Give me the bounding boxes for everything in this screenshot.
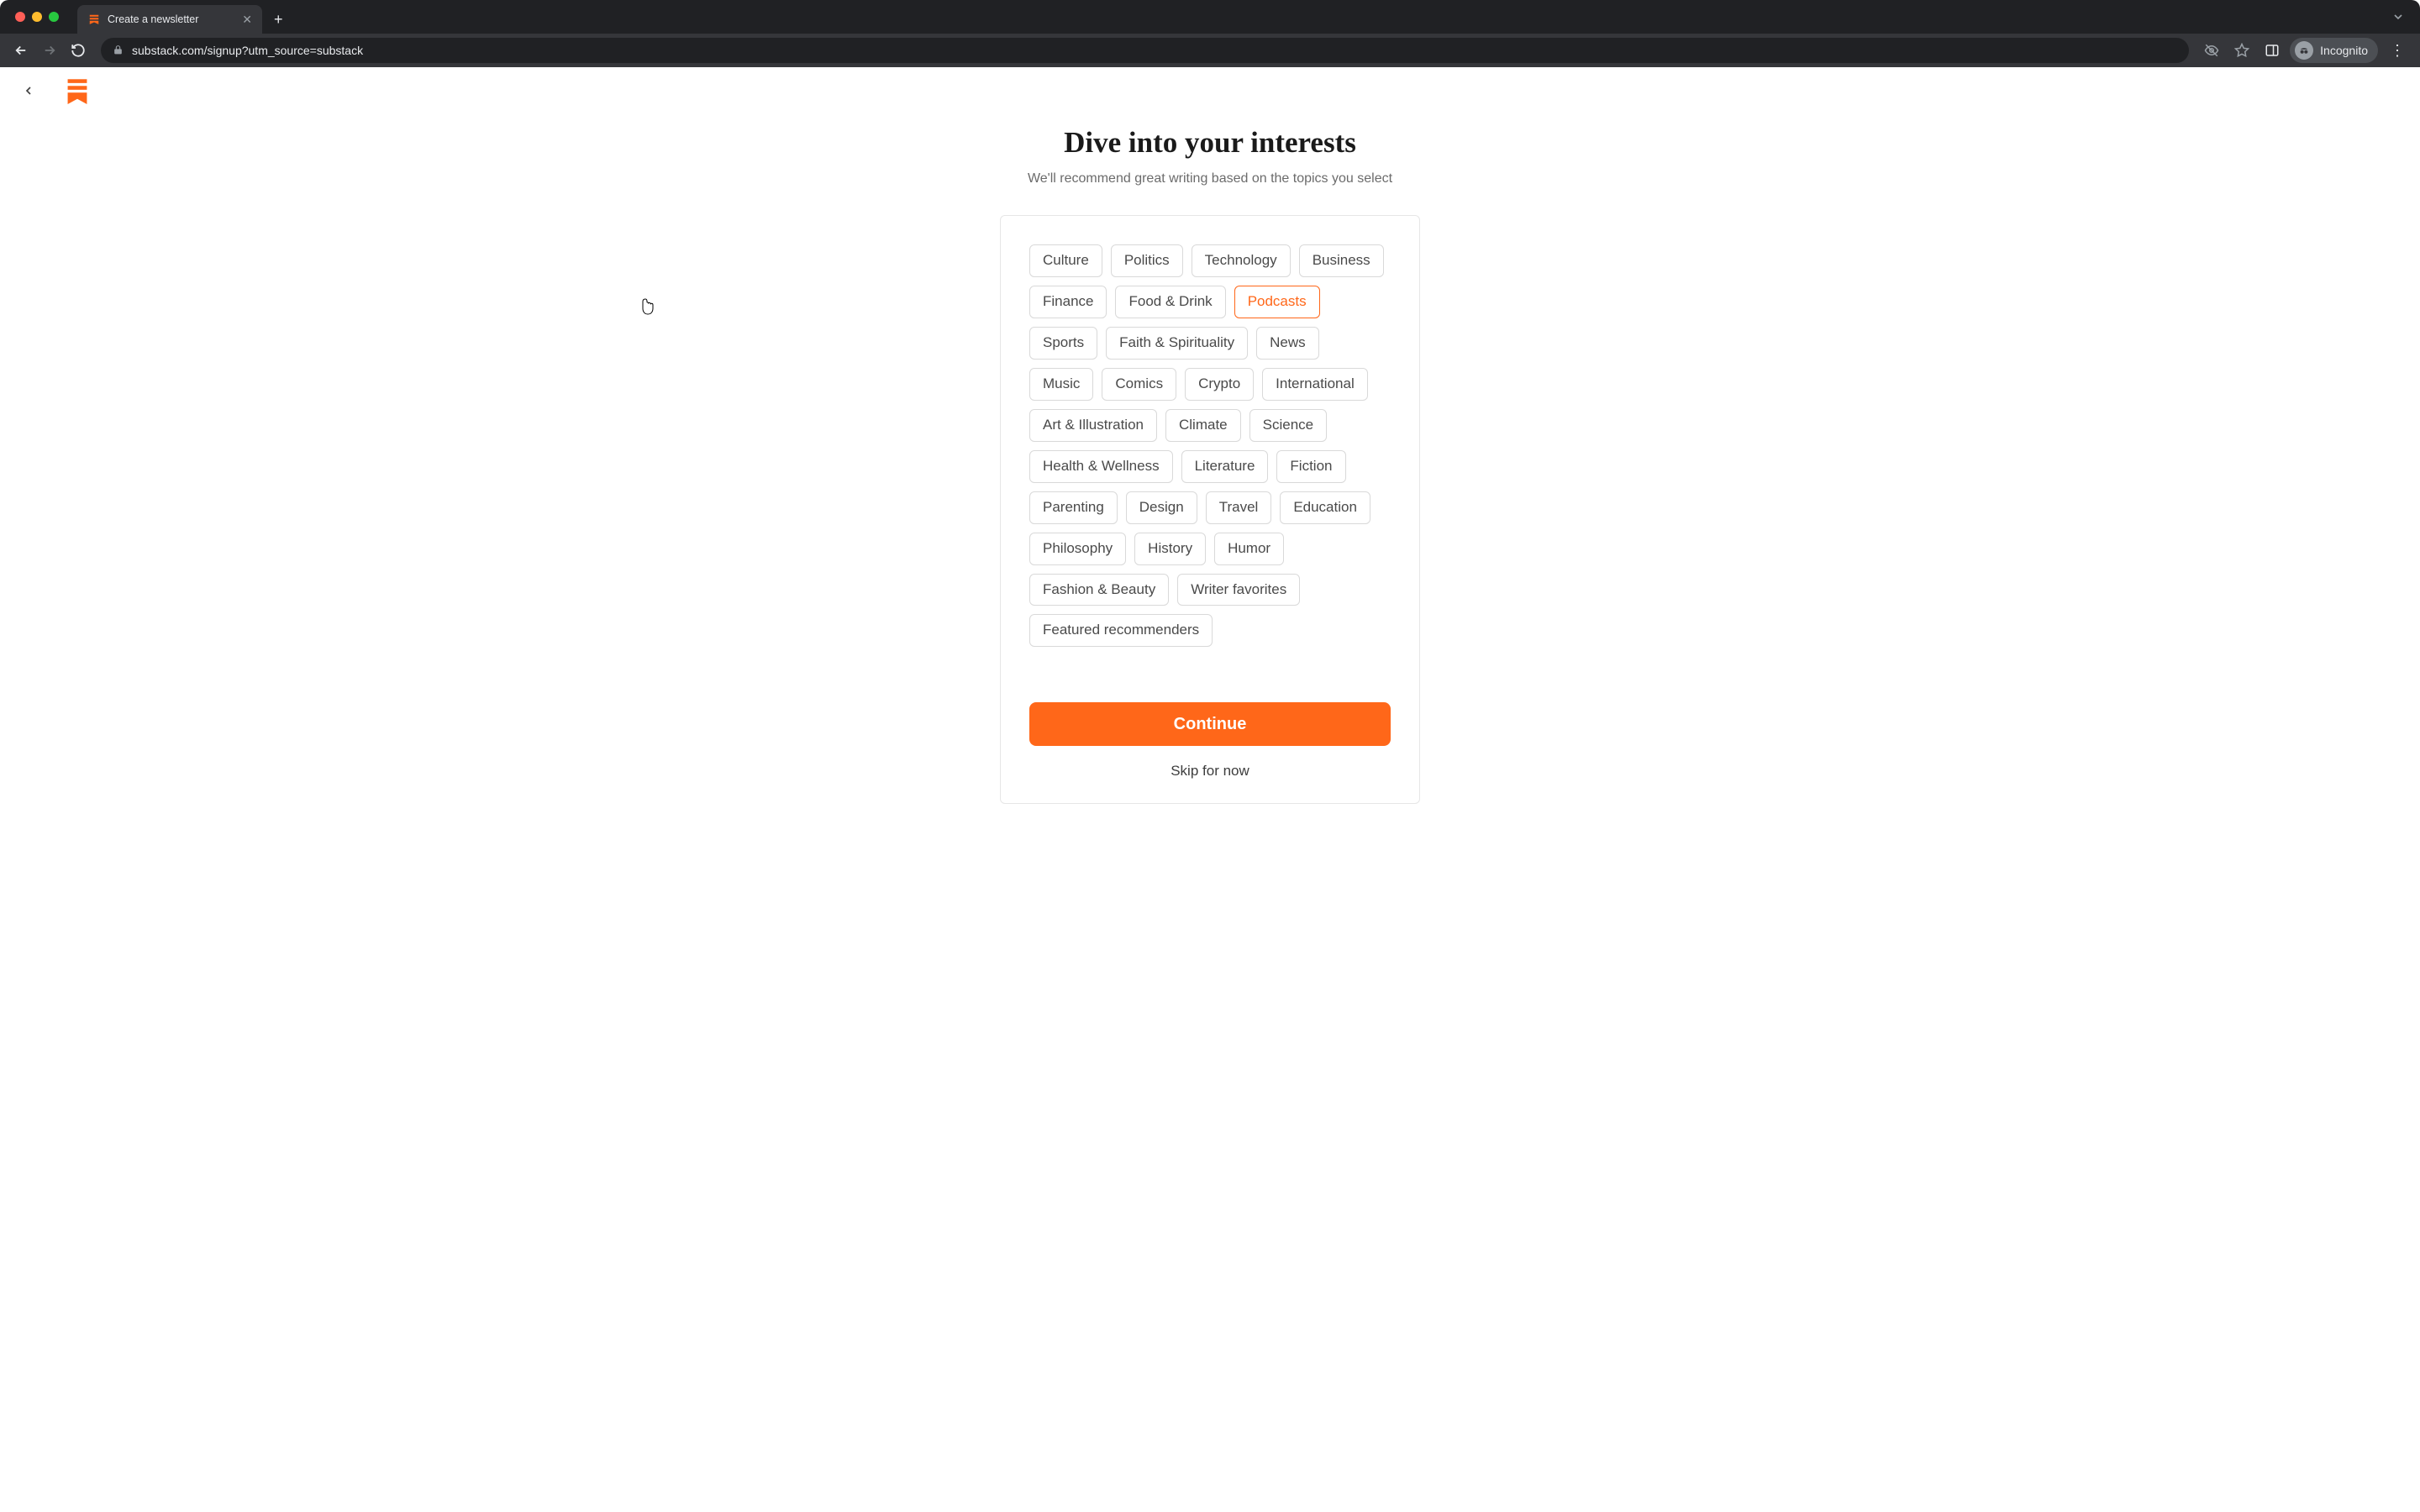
browser-chrome: Create a newsletter ✕ + substack.com/sig… [0, 0, 2420, 67]
topic-chip[interactable]: Writer favorites [1177, 574, 1300, 606]
skip-link[interactable]: Skip for now [1029, 763, 1391, 780]
topic-chip[interactable]: Fashion & Beauty [1029, 574, 1169, 606]
window-controls [0, 12, 59, 22]
tab-favicon-icon [87, 13, 101, 26]
browser-menu-icon[interactable]: ⋮ [2383, 42, 2412, 60]
eye-off-icon[interactable] [2199, 38, 2224, 63]
topic-chip[interactable]: Health & Wellness [1029, 450, 1173, 483]
nav-back-icon[interactable] [8, 38, 34, 63]
window-zoom-button[interactable] [49, 12, 59, 22]
browser-toolbar: substack.com/signup?utm_source=substack … [0, 34, 2420, 67]
topic-chip[interactable]: News [1256, 327, 1319, 360]
topic-chip[interactable]: Podcasts [1234, 286, 1320, 318]
topic-chip[interactable]: Philosophy [1029, 533, 1126, 565]
topic-chip[interactable]: Comics [1102, 368, 1176, 401]
topic-chip[interactable]: History [1134, 533, 1206, 565]
page-heading: Dive into your interests [1064, 126, 1356, 160]
titlebar: Create a newsletter ✕ + [0, 0, 2420, 34]
topic-chip[interactable]: Featured recommenders [1029, 614, 1213, 647]
tab-strip: Create a newsletter ✕ + [77, 0, 295, 34]
address-bar[interactable]: substack.com/signup?utm_source=substack [101, 38, 2189, 63]
new-tab-button[interactable]: + [262, 5, 295, 34]
nav-reload-icon[interactable] [66, 38, 91, 63]
back-chevron-icon[interactable] [17, 79, 40, 102]
browser-tab[interactable]: Create a newsletter ✕ [77, 5, 262, 34]
main-content: Dive into your interests We'll recommend… [0, 114, 2420, 804]
toolbar-right: Incognito ⋮ [2199, 38, 2412, 63]
window-minimize-button[interactable] [32, 12, 42, 22]
topic-chip[interactable]: Finance [1029, 286, 1107, 318]
tab-close-icon[interactable]: ✕ [242, 13, 252, 25]
topic-chip[interactable]: Culture [1029, 244, 1102, 277]
window-close-button[interactable] [15, 12, 25, 22]
page-viewport: Dive into your interests We'll recommend… [0, 67, 2420, 1512]
topic-chip[interactable]: Fiction [1276, 450, 1345, 483]
topic-chip[interactable]: Sports [1029, 327, 1097, 360]
topic-chip[interactable]: Design [1126, 491, 1197, 524]
topic-chip[interactable]: Food & Drink [1115, 286, 1225, 318]
profile-chip[interactable]: Incognito [2290, 38, 2378, 63]
tab-title: Create a newsletter [108, 13, 235, 25]
continue-button[interactable]: Continue [1029, 702, 1391, 746]
url-text: substack.com/signup?utm_source=substack [132, 44, 363, 57]
interests-card: Culture Politics TechnologyBusiness Finance… [1000, 215, 1420, 804]
topic-chip[interactable]: International [1262, 368, 1368, 401]
topic-chip[interactable]: Music [1029, 368, 1093, 401]
topic-chip[interactable]: Business [1299, 244, 1384, 277]
topic-chip-list: Culture Politics TechnologyBusiness Finance… [1029, 244, 1391, 647]
topic-chip[interactable]: Crypto [1185, 368, 1254, 401]
substack-logo-icon[interactable] [66, 77, 89, 104]
profile-label: Incognito [2320, 44, 2368, 57]
topic-chip[interactable]: Parenting [1029, 491, 1118, 524]
page-subheading: We'll recommend great writing based on t… [1028, 171, 1392, 186]
topic-chip[interactable]: Climate [1165, 409, 1241, 442]
topic-chip[interactable]: Humor [1214, 533, 1284, 565]
topic-chip[interactable]: Literature [1181, 450, 1269, 483]
topic-chip[interactable]: Faith & Spirituality [1106, 327, 1248, 360]
incognito-icon [2295, 41, 2313, 60]
topic-chip[interactable]: Science [1249, 409, 1327, 442]
topic-chip[interactable]: Politics [1111, 244, 1183, 277]
topic-chip[interactable]: Education [1280, 491, 1370, 524]
side-panel-icon[interactable] [2260, 38, 2285, 63]
topic-chip[interactable]: Travel [1206, 491, 1272, 524]
app-header [0, 67, 2420, 114]
topic-chip[interactable]: Art & Illustration [1029, 409, 1157, 442]
bookmark-star-icon[interactable] [2229, 38, 2254, 63]
topic-chip[interactable]: Technology [1192, 244, 1291, 277]
tabstrip-menu-icon[interactable] [2391, 9, 2420, 24]
lock-icon [113, 43, 124, 58]
nav-forward-icon[interactable] [37, 38, 62, 63]
